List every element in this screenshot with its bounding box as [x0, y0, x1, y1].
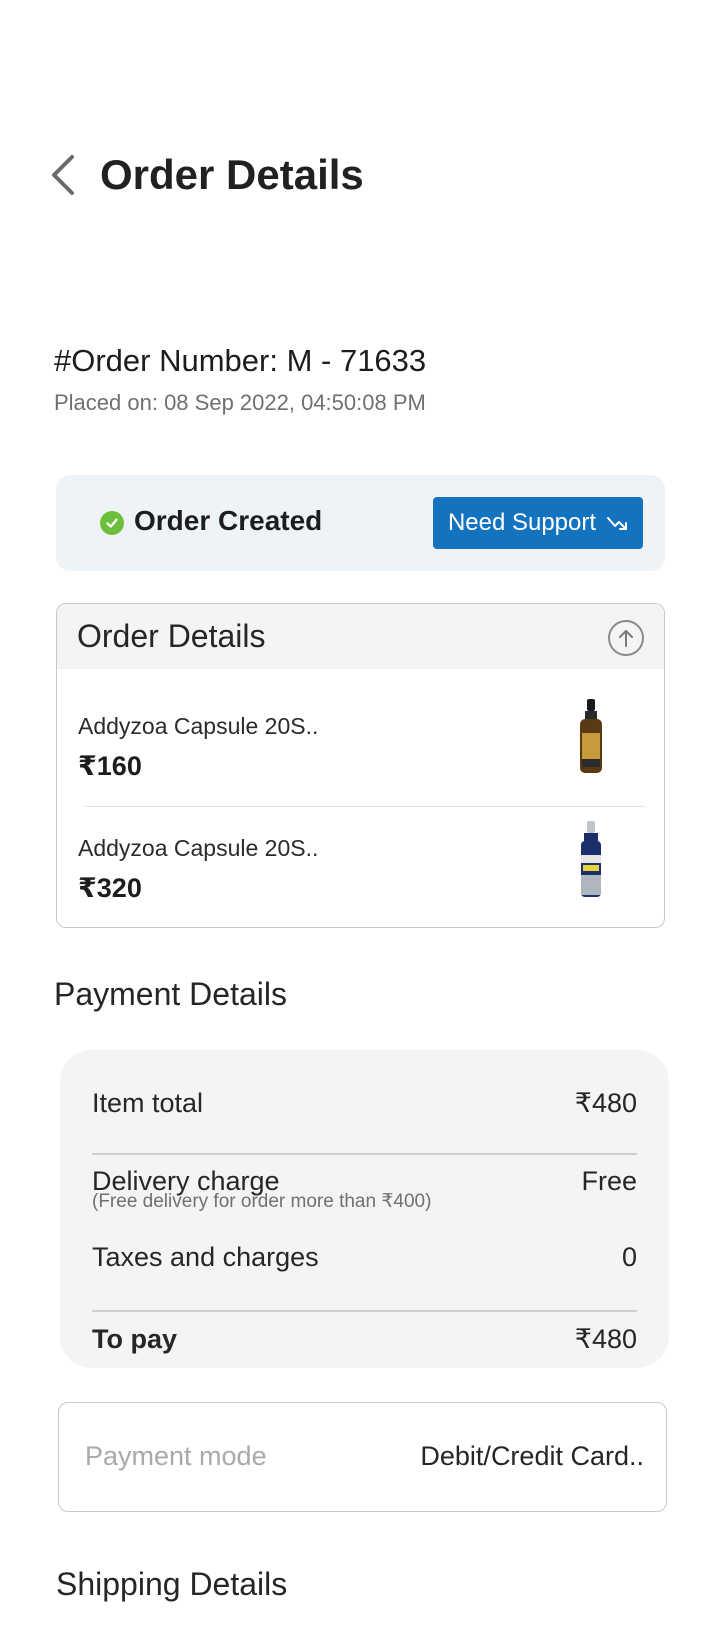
order-status-label: Order Created [134, 505, 323, 536]
order-item[interactable]: Addyzoa Capsule 20S.. ₹160 [57, 669, 664, 791]
item-price: ₹160 [78, 751, 142, 781]
app-header: Order Details [0, 140, 720, 210]
payment-details-title: Payment Details [54, 976, 287, 1012]
page-title: Order Details [100, 151, 364, 198]
need-support-label: Need Support [447, 509, 597, 536]
shipping-details-title: Shipping Details [56, 1566, 288, 1602]
amber-bottle-image [580, 699, 602, 773]
payment-summary-card: Item total ₹480 Delivery charge Free (Fr… [60, 1050, 669, 1368]
payment-mode-value: Debit/Credit Card.. [420, 1441, 644, 1471]
arrow-up-right-icon [607, 517, 628, 530]
payment-divider [92, 1153, 637, 1155]
taxes-value: 0 [621, 1242, 637, 1272]
order-details-title: Order Details [77, 618, 266, 654]
delivery-charge-value: Free [581, 1166, 637, 1196]
need-support-button[interactable]: Need Support [433, 497, 643, 549]
order-details-header[interactable]: Order Details [57, 604, 664, 669]
chevron-left-icon [52, 155, 74, 195]
item-total-label: Item total [92, 1088, 204, 1118]
blue-bottle-image [581, 821, 601, 897]
order-number: #Order Number: M - 71633 [54, 343, 427, 378]
item-name: Addyzoa Capsule 20S.. [78, 713, 319, 739]
delivery-note: (Free delivery for order more than ₹400) [92, 1191, 432, 1212]
back-button[interactable] [40, 150, 84, 200]
to-pay-label: To pay [92, 1324, 178, 1354]
to-pay-value: ₹480 [574, 1324, 637, 1354]
payment-mode-label: Payment mode [85, 1441, 267, 1471]
check-circle-icon [100, 511, 124, 535]
payment-divider [92, 1310, 637, 1312]
taxes-label: Taxes and charges [92, 1242, 319, 1272]
order-status-card: Order Created Need Support [56, 475, 665, 571]
item-price: ₹320 [78, 873, 142, 903]
item-total-value: ₹480 [574, 1088, 637, 1118]
placed-on-date: Placed on: 08 Sep 2022, 04:50:08 PM [54, 390, 426, 415]
payment-mode-card[interactable]: Payment mode Debit/Credit Card.. [58, 1402, 667, 1512]
order-item[interactable]: Addyzoa Capsule 20S.. ₹320 [57, 791, 664, 913]
order-details-card: Order Details Addyzoa Capsule 20S.. ₹160… [56, 603, 665, 928]
item-name: Addyzoa Capsule 20S.. [78, 835, 319, 861]
arrow-up-circle-icon [619, 630, 633, 647]
collapse-button[interactable] [608, 620, 644, 656]
